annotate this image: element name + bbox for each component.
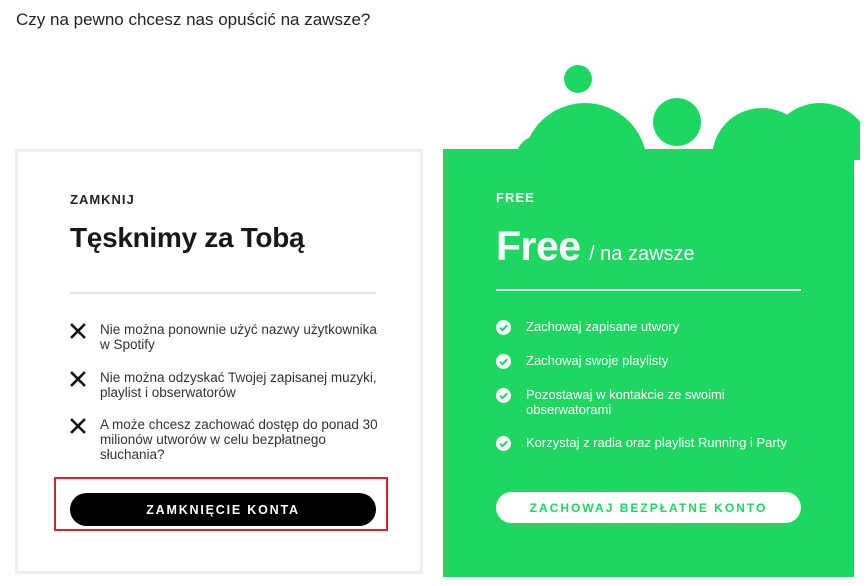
list-item: Pozostawaj w kontakcie ze swoimi obserwa…: [496, 387, 796, 435]
list-item-text: A może chcesz zachować dostęp do ponad 3…: [100, 417, 378, 462]
keep-free-account-button[interactable]: ZACHOWAJ BEZPŁATNE KONTO: [496, 492, 801, 523]
check-circle-icon: [496, 388, 511, 403]
x-icon: [70, 323, 86, 339]
close-account-card: ZAMKNIJ Tęsknimy za Tobą Nie można ponow…: [15, 149, 423, 574]
list-item: Zachowaj zapisane utwory: [496, 319, 796, 353]
check-circle-icon: [496, 320, 511, 335]
plan-title: Free / na zawsze: [496, 223, 695, 270]
list-item: Nie można odzyskać Twojej zapisanej muzy…: [66, 370, 386, 417]
list-item-text: Zachowaj zapisane utwory: [526, 319, 680, 334]
list-item: Zachowaj swoje playlisty: [496, 353, 796, 387]
list-item-text: Nie można odzyskać Twojej zapisanej muzy…: [100, 370, 377, 400]
x-icon: [70, 371, 86, 387]
list-item: A może chcesz zachować dostęp do ponad 3…: [66, 417, 386, 467]
plan-name: Free: [496, 223, 581, 269]
plan-suffix: / na zawsze: [589, 243, 695, 265]
close-card-kicker: ZAMKNIJ: [70, 192, 135, 207]
consequences-list: Nie można ponownie użyć nazwy użytkownik…: [66, 322, 386, 467]
list-item: Nie można ponownie użyć nazwy użytkownik…: [66, 322, 386, 370]
list-item-text: Zachowaj swoje playlisty: [526, 353, 669, 368]
x-icon: [70, 418, 86, 434]
cloud-decoration: [516, 65, 860, 160]
list-item: Korzystaj z radia oraz playlist Running …: [496, 435, 796, 483]
free-plan-card: FREE Free / na zawsze Zachowaj zapisane …: [443, 149, 854, 577]
free-card-divider: [496, 289, 801, 291]
free-card-kicker: FREE: [496, 190, 535, 205]
close-card-divider: [70, 292, 376, 294]
page-question: Czy na pewno chcesz nas opuścić na zawsz…: [16, 10, 371, 29]
check-circle-icon: [496, 436, 511, 451]
list-item-text: Pozostawaj w kontakcie ze swoimi obserwa…: [526, 387, 725, 417]
benefits-list: Zachowaj zapisane utwory Zachowaj swoje …: [496, 319, 796, 483]
list-item-text: Korzystaj z radia oraz playlist Running …: [526, 435, 787, 450]
check-circle-icon: [496, 354, 511, 369]
close-card-heading: Tęsknimy za Tobą: [70, 222, 305, 253]
close-account-button[interactable]: ZAMKNIĘCIE KONTA: [70, 493, 376, 526]
list-item-text: Nie można ponownie użyć nazwy użytkownik…: [100, 322, 377, 352]
